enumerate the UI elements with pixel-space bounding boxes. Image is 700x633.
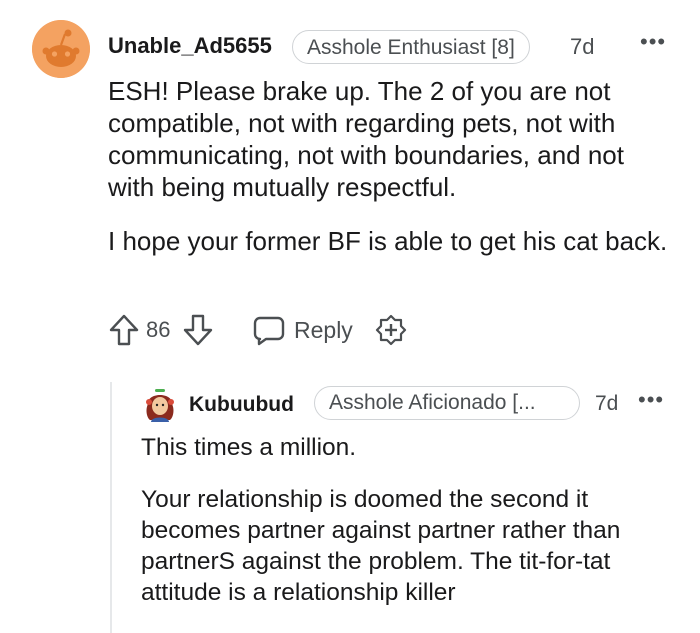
comment-username[interactable]: Unable_Ad5655 [108,33,272,59]
upvote-arrow-icon[interactable] [108,313,140,347]
comment-body-paragraph: I hope your former BF is able to get his… [108,226,668,256]
award-plus-icon[interactable] [374,313,408,347]
reply-username[interactable]: Kubuubud [189,393,294,417]
user-flair: Asshole Enthusiast [8] [292,30,530,64]
comment-body-paragraph: ESH! Please brake up. The 2 of you are n… [108,76,624,202]
reply-body-paragraph: Your relationship is doomed the second i… [141,486,621,606]
user-flair: Asshole Aficionado [... [314,386,580,420]
vote-score: 86 [146,317,171,342]
overflow-dots-icon[interactable]: ••• [640,29,666,55]
reply-body-paragraph: This times a million. [141,434,357,461]
thread-line[interactable] [110,382,112,633]
downvote-arrow-icon[interactable] [182,313,214,347]
snoo-avatar-icon[interactable] [32,20,90,78]
reply-button[interactable]: Reply [294,317,353,344]
overflow-dots-icon[interactable]: ••• [638,387,664,413]
chat-bubble-icon[interactable] [252,314,286,346]
comment-timestamp[interactable]: 7d [570,34,594,60]
reply-timestamp[interactable]: 7d [595,392,618,416]
custom-avatar-icon[interactable] [143,386,177,422]
